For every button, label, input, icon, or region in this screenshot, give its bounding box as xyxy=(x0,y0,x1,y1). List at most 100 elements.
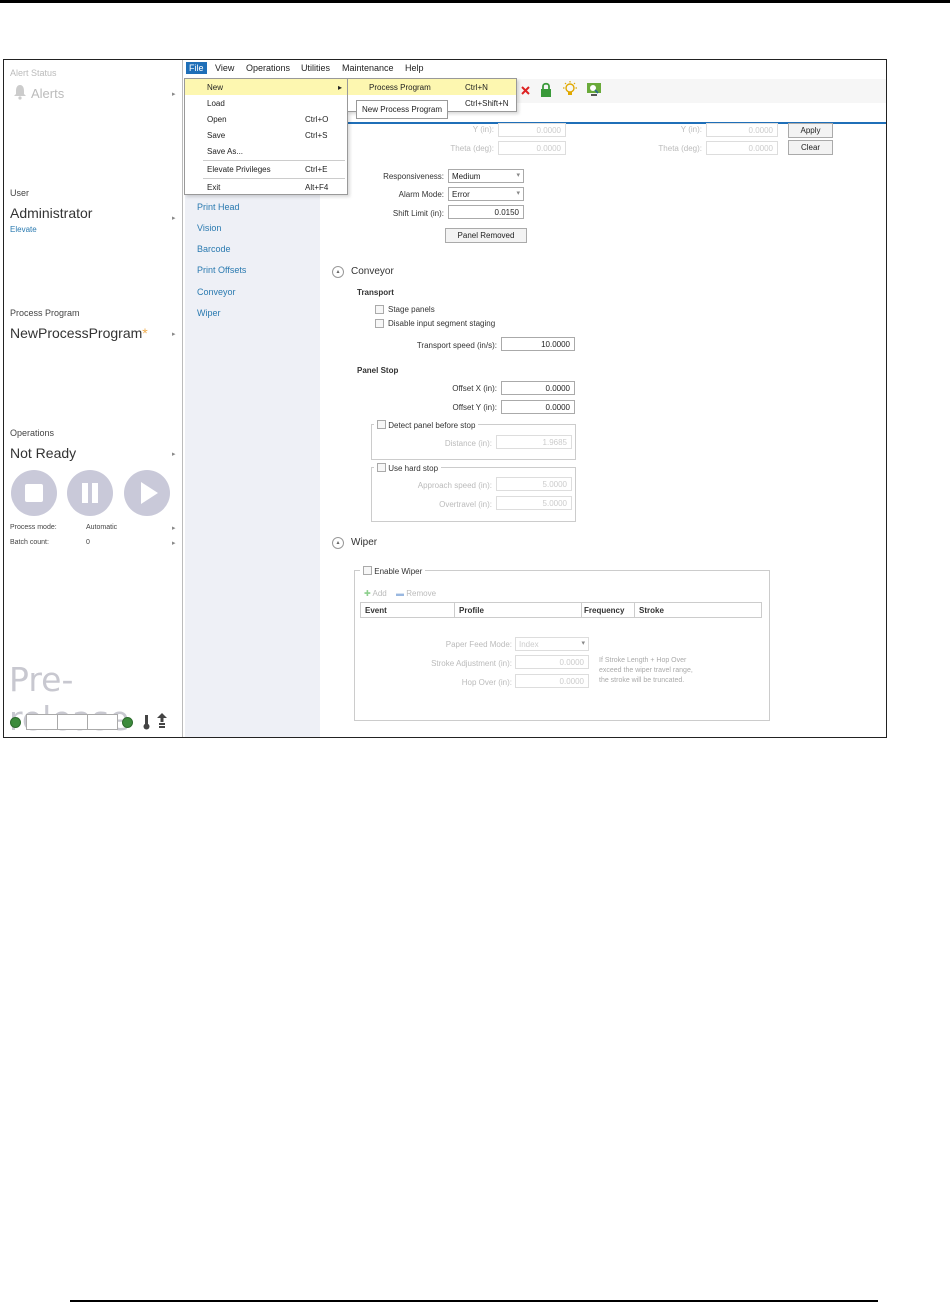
col-stroke[interactable]: Stroke xyxy=(639,606,664,615)
enable-wiper-label: Enable Wiper xyxy=(374,567,423,576)
col-profile[interactable]: Profile xyxy=(459,606,484,615)
process-program-label: Process Program xyxy=(10,308,80,318)
offset-y-input[interactable]: 0.0000 xyxy=(501,400,575,414)
hard-stop-group xyxy=(371,467,576,522)
file-menu-exit[interactable]: Exit Alt+F4 xyxy=(185,179,347,195)
offset-x-input[interactable]: 0.0000 xyxy=(501,381,575,395)
enable-wiper-checkbox[interactable] xyxy=(363,566,372,575)
stage-panels-checkbox[interactable] xyxy=(375,305,384,314)
new-process-program-item[interactable]: Process Program Ctrl+N xyxy=(348,79,516,95)
wiper-note-line-2: exceed the wiper travel range, xyxy=(599,667,693,674)
menu-maintenance[interactable]: Maintenance xyxy=(342,63,394,73)
lightbulb-icon[interactable] xyxy=(562,81,578,98)
wiper-add-button[interactable]: ✚ Add xyxy=(364,589,387,598)
disable-input-label: Disable input segment staging xyxy=(388,319,496,328)
menu-utilities[interactable]: Utilities xyxy=(301,63,330,73)
overtravel-input[interactable]: 5.0000 xyxy=(496,496,572,510)
transport-speed-input[interactable]: 10.0000 xyxy=(501,337,575,351)
lock-icon[interactable] xyxy=(540,82,552,97)
process-mode-label: Process mode: xyxy=(10,524,57,531)
minus-icon: ▬ xyxy=(396,589,407,598)
operations-expand-icon[interactable]: ▸ xyxy=(172,450,176,458)
status-led-left xyxy=(10,717,21,728)
status-segment-2 xyxy=(57,714,88,730)
wiper-remove-button[interactable]: ▬ Remove xyxy=(396,589,436,598)
main-content: Y (in): 0.0000 Theta (deg): 0.0000 Y (in… xyxy=(320,123,886,737)
nav-vision[interactable]: Vision xyxy=(197,223,221,233)
file-menu-save-as[interactable]: Save As... xyxy=(185,143,347,159)
nav-print-head[interactable]: Print Head xyxy=(197,202,240,212)
panel-removed-button[interactable]: Panel Removed xyxy=(445,228,527,243)
elevate-link[interactable]: Elevate xyxy=(10,225,37,234)
nav-column: Print Head Vision Barcode Print Offsets … xyxy=(185,103,320,737)
y-label-right: Y (in): xyxy=(680,125,702,134)
thermometer-icon xyxy=(143,715,150,730)
clear-button[interactable]: Clear xyxy=(788,140,833,155)
user-label: User xyxy=(10,188,30,198)
detect-panel-checkbox[interactable] xyxy=(377,420,386,429)
col-event[interactable]: Event xyxy=(365,606,387,615)
paper-feed-select[interactable]: Index xyxy=(515,637,589,651)
use-hard-stop-label: Use hard stop xyxy=(388,464,439,473)
nav-wiper[interactable]: Wiper xyxy=(197,308,221,318)
theta-input-right[interactable]: 0.0000 xyxy=(706,141,778,155)
wiper-collapse-icon[interactable]: ▴ xyxy=(332,537,344,549)
menu-help[interactable]: Help xyxy=(405,63,424,73)
wiper-note-line-1: If Stroke Length + Hop Over xyxy=(599,657,687,664)
hop-over-input[interactable]: 0.0000 xyxy=(515,674,589,688)
apply-button[interactable]: Apply xyxy=(788,123,833,138)
operations-status: Not Ready xyxy=(10,445,77,461)
alerts-expand-icon[interactable]: ▸ xyxy=(172,90,176,98)
upload-arrow-icon xyxy=(157,713,167,728)
menu-operations[interactable]: Operations xyxy=(246,63,290,73)
stroke-adjustment-input[interactable]: 0.0000 xyxy=(515,655,589,669)
search-monitor-icon[interactable] xyxy=(586,82,602,97)
y-label-left: Y (in): xyxy=(472,125,494,134)
menu-file[interactable]: File xyxy=(186,62,207,74)
alerts-label[interactable]: Alerts xyxy=(31,86,64,101)
shift-limit-input[interactable]: 0.0150 xyxy=(448,205,524,219)
file-menu-save[interactable]: Save Ctrl+S xyxy=(185,127,347,143)
menu-view[interactable]: View xyxy=(215,63,234,73)
status-led-right xyxy=(122,717,133,728)
conveyor-collapse-icon[interactable]: ▴ xyxy=(332,266,344,278)
batch-count-expand-icon[interactable]: ▸ xyxy=(172,539,176,547)
process-program-expand-icon[interactable]: ▸ xyxy=(172,330,176,338)
detect-panel-legend: Detect panel before stop xyxy=(374,419,479,430)
disable-input-checkbox[interactable] xyxy=(375,319,384,328)
use-hard-stop-checkbox[interactable] xyxy=(377,463,386,472)
modified-star-icon: * xyxy=(142,325,148,341)
nav-print-offsets[interactable]: Print Offsets xyxy=(197,265,246,275)
close-icon[interactable] xyxy=(521,86,530,95)
responsiveness-select[interactable]: Medium xyxy=(448,169,524,183)
y-input-left[interactable]: 0.0000 xyxy=(498,123,566,137)
wiper-note-line-3: the stroke will be truncated. xyxy=(599,677,685,684)
file-menu-open[interactable]: Open Ctrl+O xyxy=(185,111,347,127)
operations-label: Operations xyxy=(10,428,55,438)
alarm-mode-select[interactable]: Error xyxy=(448,187,524,201)
pause-button[interactable] xyxy=(67,470,113,516)
file-menu-new[interactable]: New ▸ xyxy=(185,79,347,95)
theta-input-left[interactable]: 0.0000 xyxy=(498,141,566,155)
y-input-right[interactable]: 0.0000 xyxy=(706,123,778,137)
play-icon xyxy=(141,482,158,504)
pause-icon xyxy=(82,483,88,503)
stop-button[interactable] xyxy=(11,470,57,516)
transport-header: Transport xyxy=(357,288,394,297)
play-button[interactable] xyxy=(124,470,170,516)
app-window: Alert Status Alerts ▸ User Administrator… xyxy=(3,59,887,738)
responsiveness-label: Responsiveness: xyxy=(383,172,444,181)
alert-status-label: Alert Status xyxy=(10,68,57,78)
nav-conveyor[interactable]: Conveyor xyxy=(197,287,236,297)
nav-barcode[interactable]: Barcode xyxy=(197,244,231,254)
file-menu-load[interactable]: Load xyxy=(185,95,347,111)
user-expand-icon[interactable]: ▸ xyxy=(172,214,176,222)
approach-speed-input[interactable]: 5.0000 xyxy=(496,477,572,491)
process-mode-expand-icon[interactable]: ▸ xyxy=(172,524,176,532)
col-frequency[interactable]: Frequency xyxy=(584,606,624,615)
distance-input[interactable]: 1.9685 xyxy=(496,435,572,449)
status-segment-1 xyxy=(26,714,58,730)
transport-speed-label: Transport speed (in/s): xyxy=(416,341,497,350)
file-menu-elevate-privileges[interactable]: Elevate Privileges Ctrl+E xyxy=(185,161,347,177)
status-segment-3 xyxy=(87,714,118,730)
